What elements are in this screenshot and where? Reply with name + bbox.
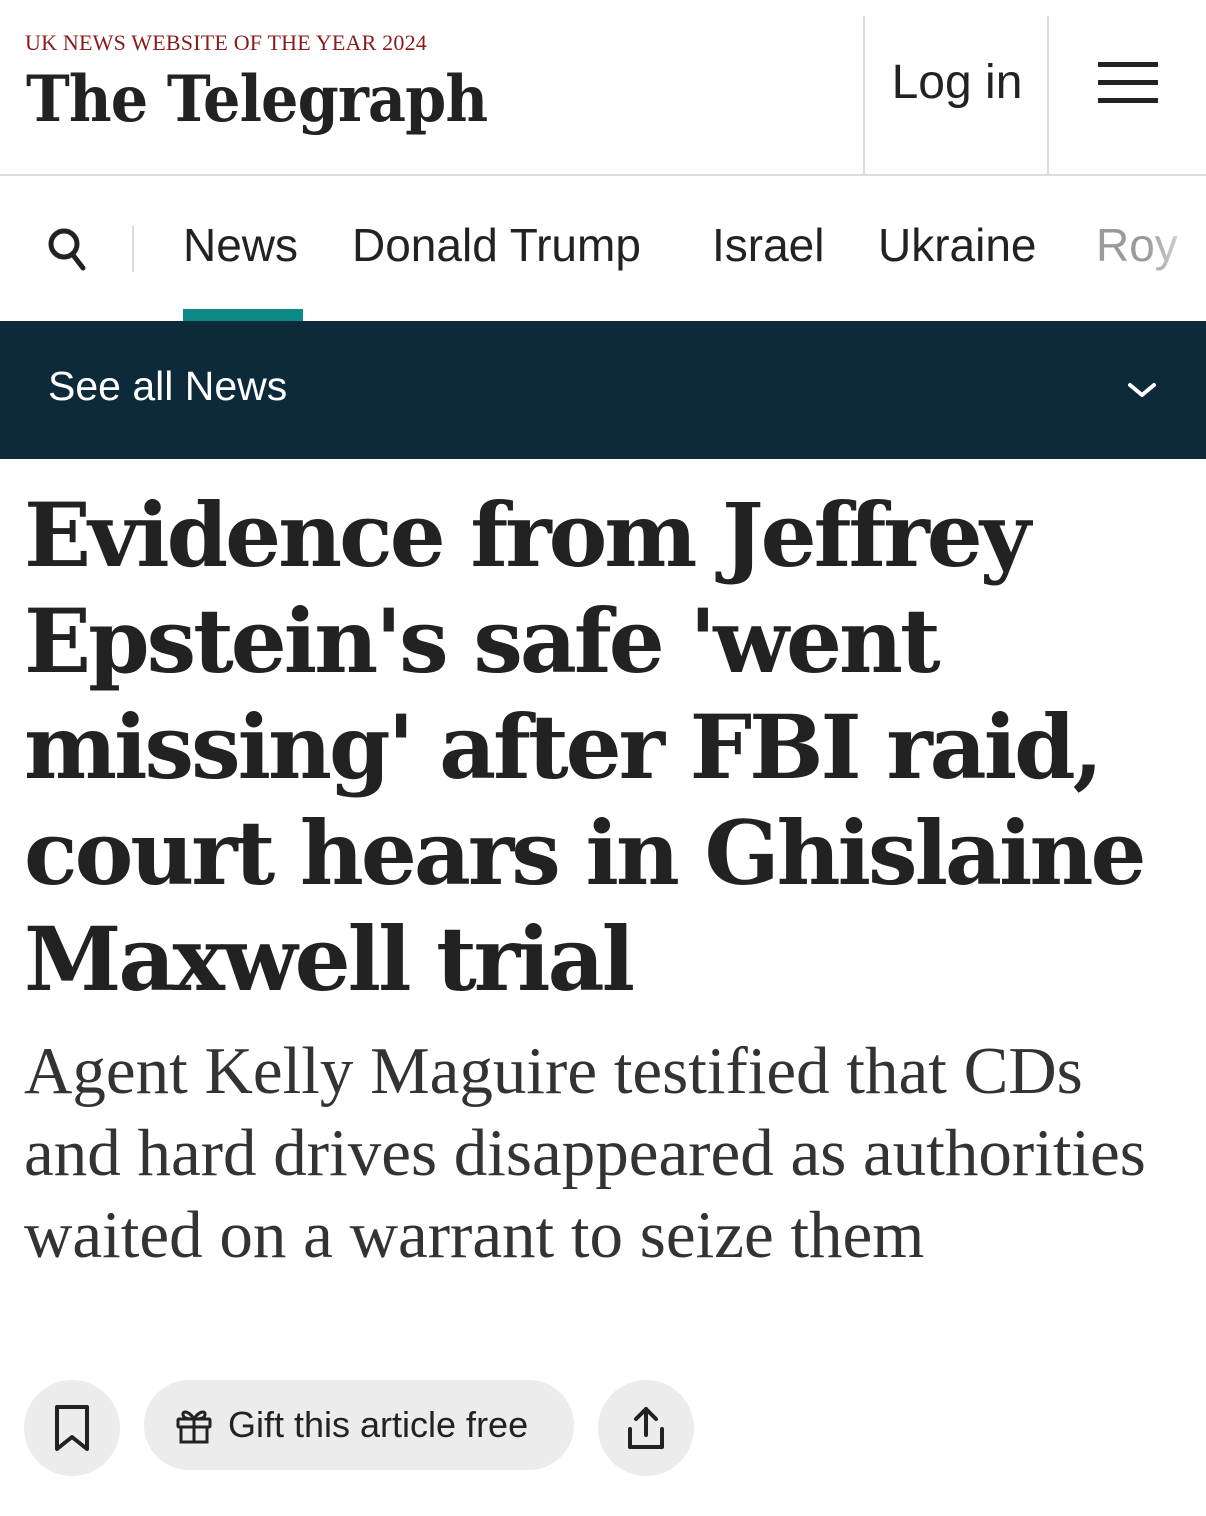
nav-fade-overlay — [1146, 178, 1206, 321]
bookmark-button[interactable] — [24, 1380, 120, 1476]
nav-item-news[interactable]: News — [183, 218, 298, 272]
telegraph-logo[interactable]: The Telegraph — [26, 62, 488, 137]
active-tab-indicator — [183, 309, 303, 321]
nav-item-ukraine[interactable]: Ukraine — [878, 218, 1037, 272]
see-all-news-bar[interactable]: See all News — [0, 321, 1206, 459]
section-nav: News Donald Trump Israel Ukraine Roy — [0, 178, 1206, 321]
gift-article-button[interactable]: Gift this article free — [144, 1380, 574, 1470]
share-icon — [628, 1407, 664, 1449]
article-headline: Evidence from Jeffrey Epstein's safe 'we… — [24, 483, 1146, 1011]
gift-icon — [176, 1410, 212, 1444]
hamburger-icon-bar — [1098, 79, 1158, 85]
hamburger-icon-bar — [1098, 61, 1158, 67]
award-tagline: UK NEWS WEBSITE OF THE YEAR 2024 — [25, 30, 427, 55]
login-button[interactable]: Log in — [866, 0, 1048, 176]
see-all-news-label: See all News — [48, 363, 288, 409]
menu-button[interactable] — [1050, 0, 1206, 176]
hamburger-icon-bar — [1098, 97, 1158, 103]
bookmark-icon — [55, 1405, 89, 1451]
nav-item-donald-trump[interactable]: Donald Trump — [352, 218, 641, 272]
chevron-down-icon — [1128, 383, 1156, 397]
header-divider — [863, 16, 865, 174]
gift-article-label: Gift this article free — [228, 1404, 529, 1445]
article-standfirst: Agent Kelly Maguire testified that CDs a… — [24, 1034, 1146, 1272]
share-button[interactable] — [598, 1380, 694, 1476]
nav-divider — [132, 226, 134, 272]
site-header: UK NEWS WEBSITE OF THE YEAR 2024 The Tel… — [0, 0, 1206, 176]
nav-item-israel[interactable]: Israel — [712, 218, 824, 272]
header-divider — [1047, 16, 1049, 174]
search-icon[interactable] — [46, 224, 88, 272]
